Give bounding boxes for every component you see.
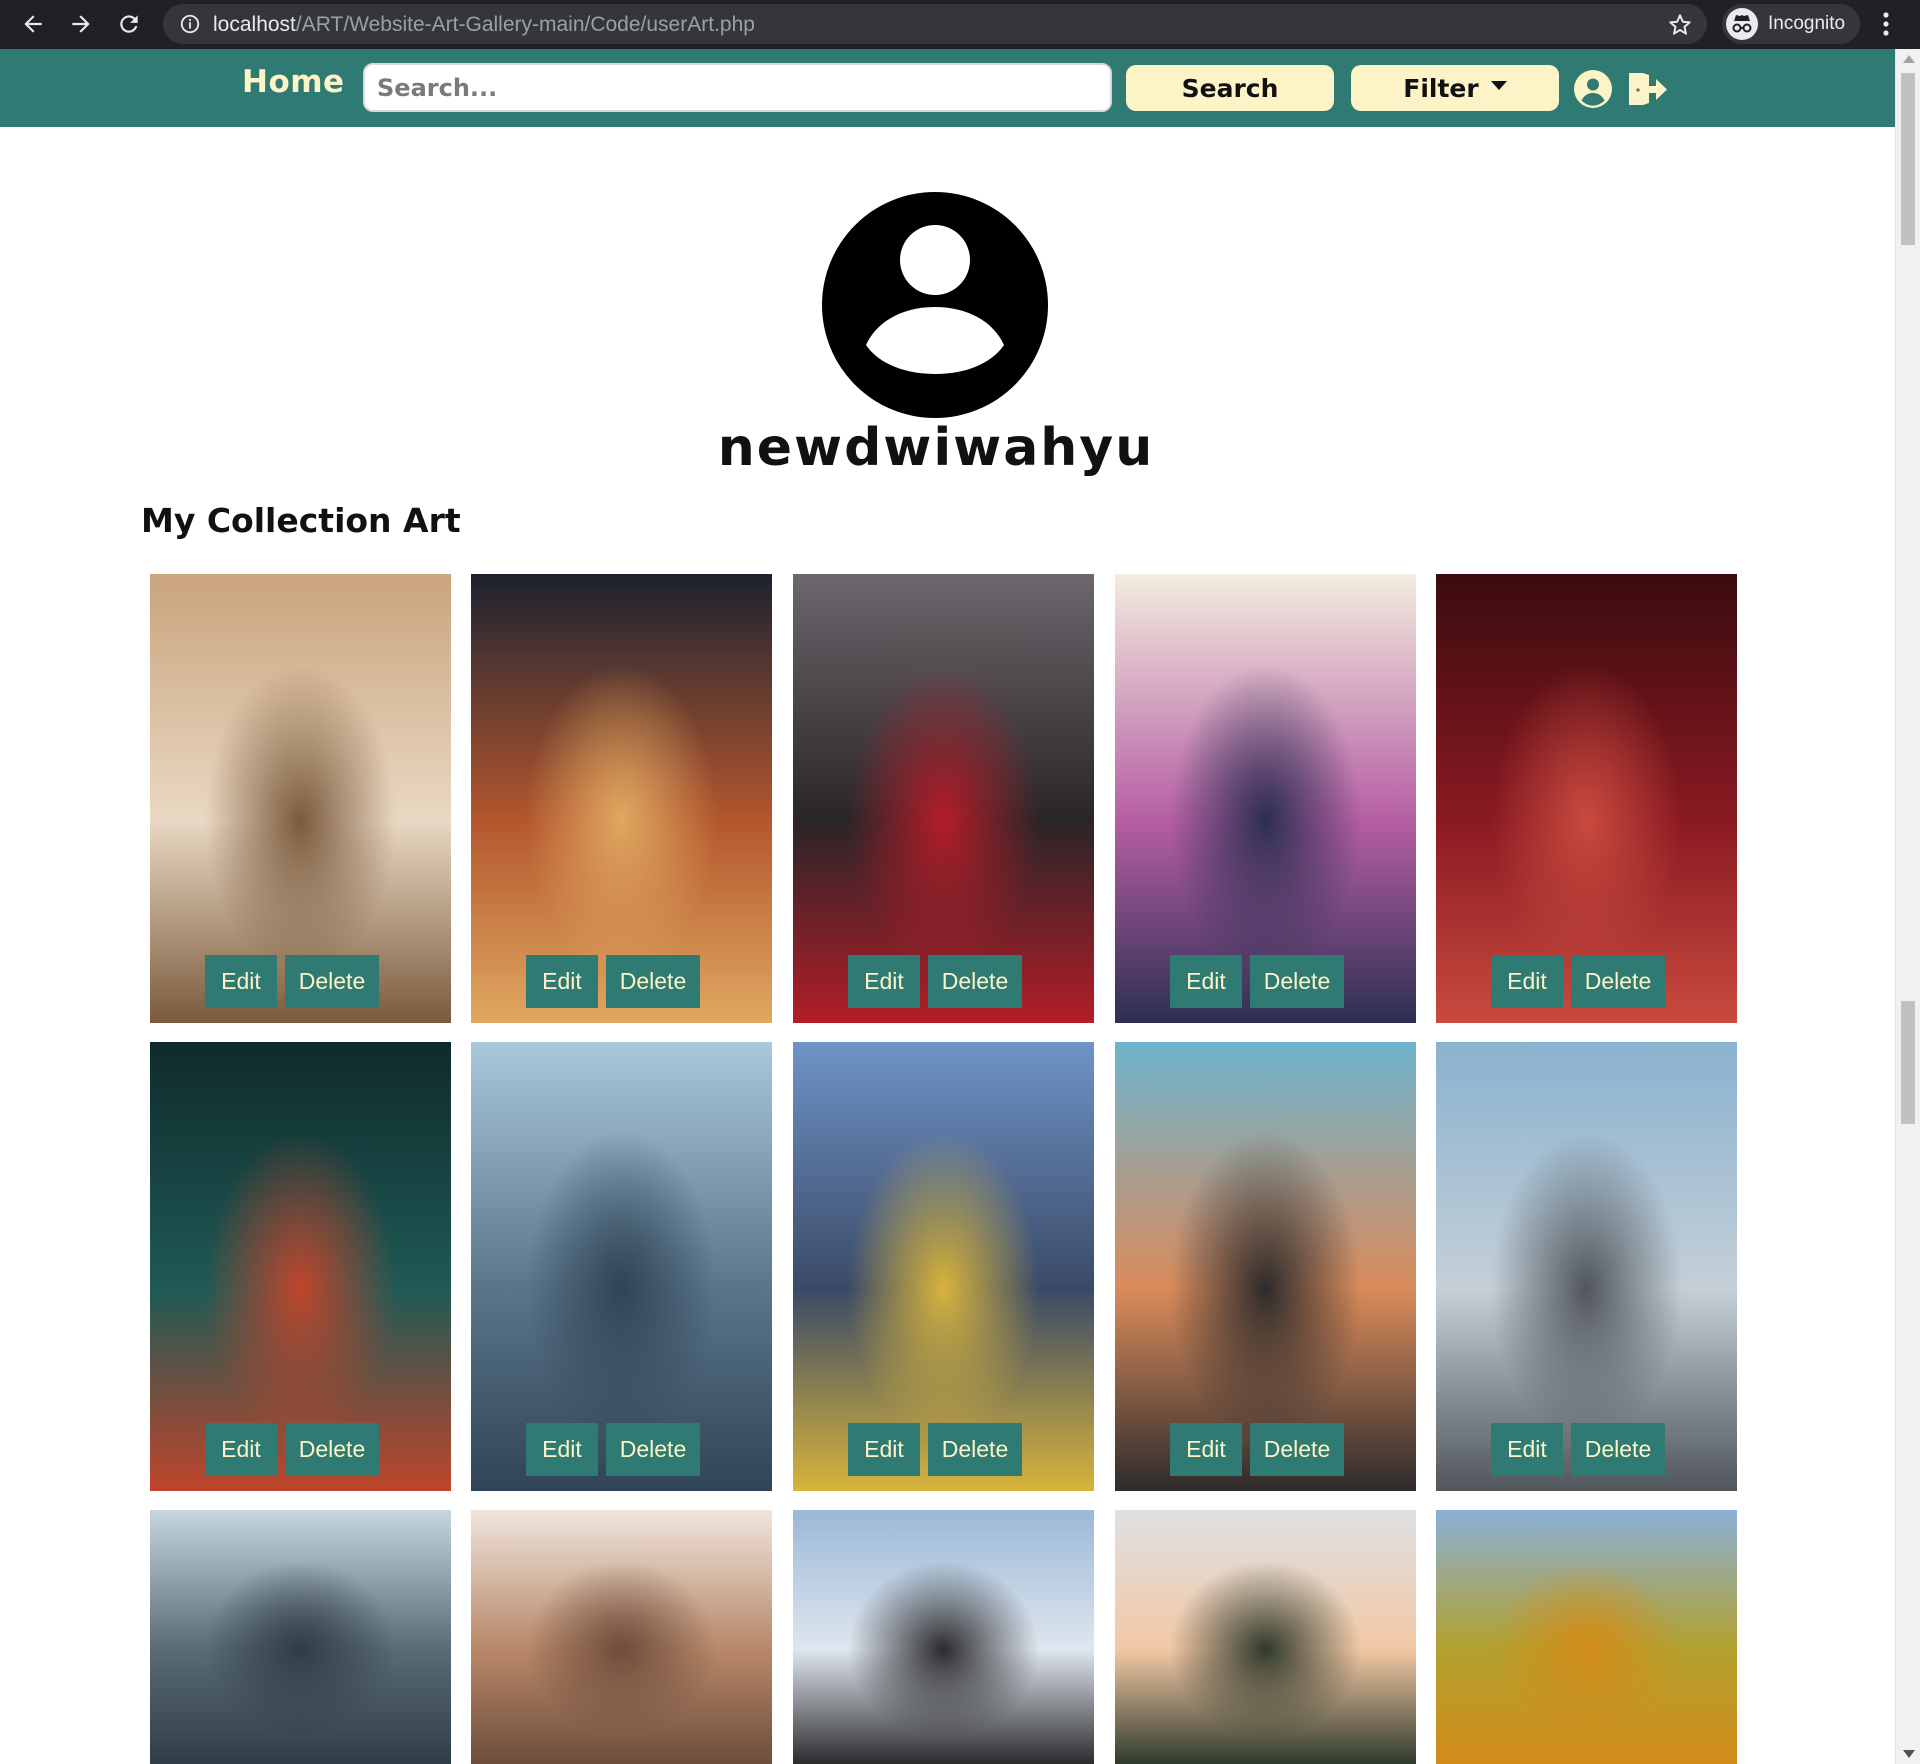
edit-art-button[interactable]: Edit [1170,955,1242,1008]
delete-art-button[interactable]: Delete [285,955,379,1008]
edit-art-button[interactable]: Edit [1491,955,1563,1008]
reload-button[interactable] [112,7,146,41]
logout-icon[interactable] [1626,69,1668,109]
scroll-down-arrow-icon[interactable] [1903,1750,1915,1758]
arrow-left-icon [24,15,42,33]
incognito-label: Incognito [1768,13,1846,34]
scrollbar-thumb-secondary[interactable] [1901,1001,1915,1124]
edit-art-button[interactable]: Edit [526,955,598,1008]
art-card [150,1510,451,1764]
edit-art-button[interactable]: Edit [205,955,277,1008]
edit-art-button[interactable]: Edit [205,1423,277,1476]
art-card [1115,1510,1416,1764]
art-card: Edit Delete [793,574,1094,1023]
incognito-icon [1726,8,1758,40]
delete-art-button[interactable]: Delete [928,955,1022,1008]
artwork-image[interactable] [1436,1510,1737,1764]
page-scrollbar[interactable] [1895,49,1920,1764]
back-button[interactable] [16,7,50,41]
info-icon[interactable] [179,13,201,35]
home-link[interactable]: Home [242,64,345,100]
address-bar[interactable]: localhost/ART/Website-Art-Gallery-main/C… [163,4,1707,44]
artwork-image[interactable] [793,1510,1094,1764]
artwork-image[interactable] [1115,1510,1416,1764]
delete-art-button[interactable]: Delete [928,1423,1022,1476]
reload-icon [120,15,138,33]
art-card: Edit Delete [150,1042,451,1491]
delete-art-button[interactable]: Delete [1571,955,1665,1008]
art-card [471,1510,772,1764]
art-card: Edit Delete [1115,574,1416,1023]
art-card [1436,1510,1737,1764]
edit-art-button[interactable]: Edit [1491,1423,1563,1476]
delete-art-button[interactable]: Delete [1250,1423,1344,1476]
filter-button-label: Filter [1403,73,1479,103]
artwork-image[interactable] [150,1510,451,1764]
art-card: Edit Delete [1436,574,1737,1023]
arrow-right-icon [72,15,90,33]
scrollbar-thumb[interactable] [1901,73,1915,245]
url-path: /ART/Website-Art-Gallery-main/Code/userA… [295,13,755,36]
forward-button[interactable] [64,7,98,41]
search-button[interactable]: Search [1126,65,1334,111]
delete-art-button[interactable]: Delete [1250,955,1344,1008]
art-card: Edit Delete [1436,1042,1737,1491]
incognito-indicator[interactable]: Incognito [1722,4,1860,44]
browser-toolbar: localhost/ART/Website-Art-Gallery-main/C… [0,0,1920,49]
edit-art-button[interactable]: Edit [848,955,920,1008]
site-navbar: Home Search Filter [0,49,1895,127]
delete-art-button[interactable]: Delete [606,955,700,1008]
collection-heading: My Collection Art [141,501,461,540]
filter-dropdown-button[interactable]: Filter [1351,65,1559,111]
more-vert-icon[interactable] [1876,9,1896,39]
url-host: localhost [213,13,296,36]
art-card: Edit Delete [1115,1042,1416,1491]
scroll-up-arrow-icon[interactable] [1903,55,1915,63]
edit-art-button[interactable]: Edit [1170,1423,1242,1476]
edit-art-button[interactable]: Edit [526,1423,598,1476]
star-icon[interactable] [1667,12,1693,38]
art-card [793,1510,1094,1764]
delete-art-button[interactable]: Delete [1571,1423,1665,1476]
profile-avatar-icon [822,192,1048,418]
profile-username: newdwiwahyu [717,418,1155,478]
delete-art-button[interactable]: Delete [285,1423,379,1476]
art-card: Edit Delete [471,1042,772,1491]
edit-art-button[interactable]: Edit [848,1423,920,1476]
caret-down-icon [1490,80,1507,90]
art-card: Edit Delete [793,1042,1094,1491]
art-card: Edit Delete [150,574,451,1023]
search-input[interactable] [363,63,1112,112]
user-account-icon[interactable] [1574,70,1612,108]
art-card: Edit Delete [471,574,772,1023]
artwork-image[interactable] [471,1510,772,1764]
delete-art-button[interactable]: Delete [606,1423,700,1476]
url-text: localhost/ART/Website-Art-Gallery-main/C… [213,13,755,37]
